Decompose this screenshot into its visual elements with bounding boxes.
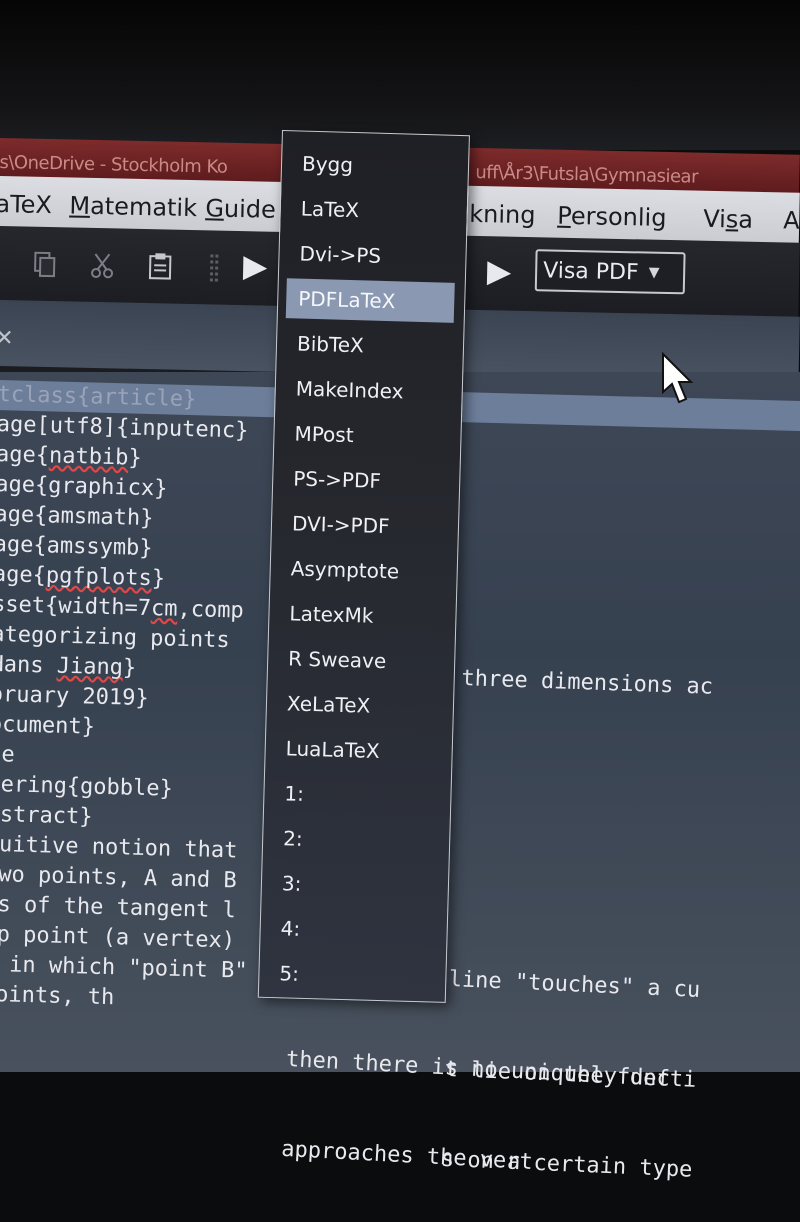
menu-personlig[interactable]: Personlig [557,202,667,232]
close-icon[interactable]: ✕ [0,326,14,351]
menu-item-makeindex[interactable]: MakeIndex [283,368,452,413]
cut-icon[interactable] [87,250,118,281]
chevron-down-icon: ▼ [648,265,659,281]
menu-item-asymptote[interactable]: Asymptote [278,548,447,593]
menu-item-dvi-pdf[interactable]: DVI->PDF [279,503,448,548]
menu-item-r-sweave[interactable]: R Sweave [276,638,445,683]
run-view-icon[interactable] [483,258,514,289]
menu-item-latex[interactable]: LaTeX [288,188,457,233]
compile-menu: Bygg LaTeX Dvi->PS PDFLaTeX BibTeX MakeI… [258,130,470,1003]
copy-icon[interactable] [29,249,60,280]
menu-item-user-4[interactable]: 4: [268,908,437,953]
monitor-bezel [0,0,800,150]
view-pdf-dropdown[interactable]: Visa PDF ▼ [535,249,686,294]
menu-item-lualatex[interactable]: LuaLaTeX [273,728,442,773]
toolbar-grip-icon [199,252,230,283]
menu-item-pdflatex[interactable]: PDFLaTeX [286,278,455,323]
menu-item-dvi-ps[interactable]: Dvi->PS [287,233,456,278]
menu-item-user-5[interactable]: 5: [267,953,436,998]
menu-visa[interactable]: Visa [703,205,753,234]
paste-icon[interactable] [145,251,176,282]
menu-more[interactable]: A [783,206,800,234]
menu-item-ps-pdf[interactable]: PS->PDF [281,458,450,503]
menu-item-latexmk[interactable]: LatexMk [277,593,446,638]
menu-guide[interactable]: Guide [205,194,276,223]
menu-item-user-1[interactable]: 1: [272,773,441,818]
code-fragment-bottom: then there is no uniquely def approaches… [279,985,800,1222]
code-fragment-line: then there is no uniquely def [285,1045,800,1102]
run-compile-icon[interactable] [239,253,270,284]
menu-matematik[interactable]: Matematik [69,191,197,222]
menu-latex[interactable]: aTeX [0,190,52,219]
title-path-left: s\OneDrive - Stockholm Ko [0,152,228,178]
title-path-right: uff\År3\Futsla\Gymnasiear [475,162,698,188]
view-pdf-label: Visa PDF [543,258,639,285]
menu-item-user-2[interactable]: 2: [271,818,440,863]
menu-item-mpost[interactable]: MPost [282,413,451,458]
menu-item-bygg[interactable]: Bygg [290,143,459,188]
code-fragment-line: approaches the vert [281,1135,800,1192]
menu-item-xelatex[interactable]: XeLaTeX [274,683,443,728]
mouse-cursor-icon [660,352,694,406]
menu-ritning[interactable]: kning [469,200,536,229]
menu-item-user-3[interactable]: 3: [269,863,438,908]
menu-item-bibtex[interactable]: BibTeX [284,323,453,368]
